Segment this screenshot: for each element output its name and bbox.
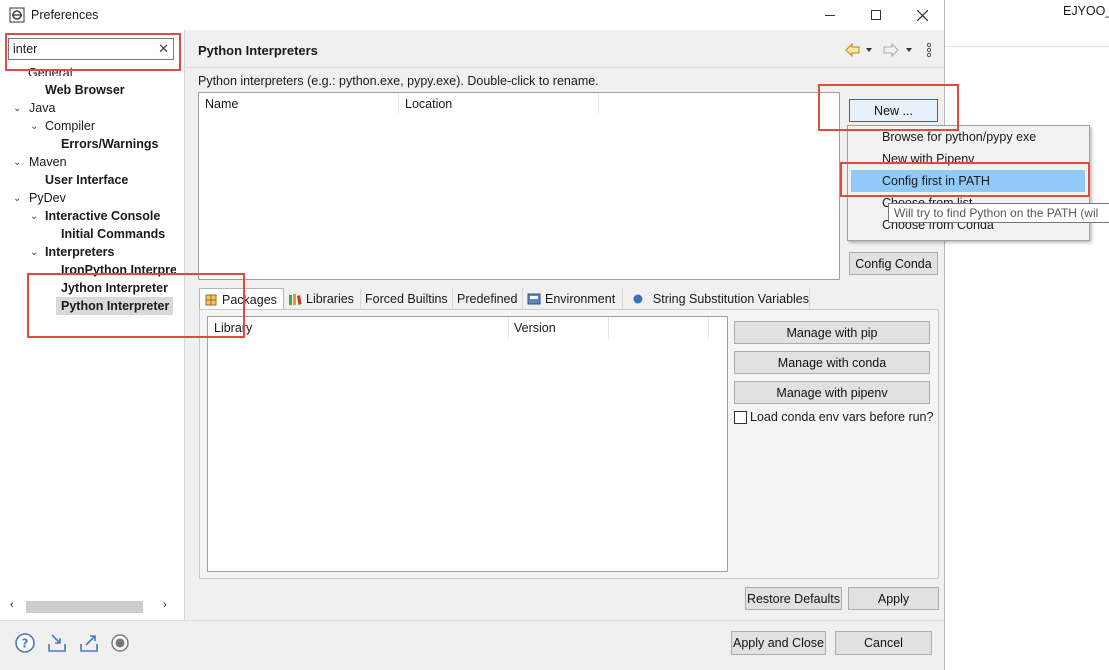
- tab-environment[interactable]: Environment: [523, 288, 623, 309]
- tab-label: Environment: [545, 291, 616, 306]
- tree-item-errors-warnings[interactable]: Errors/Warnings: [61, 137, 158, 151]
- libraries-icon: [289, 293, 302, 305]
- back-icon[interactable]: [845, 42, 860, 58]
- column-header-location[interactable]: Location: [405, 97, 452, 111]
- new-interpreter-menu: Browse for python/pypy exe New with Pipe…: [847, 125, 1090, 241]
- view-menu-icon[interactable]: [926, 42, 932, 58]
- tree-item-jython-interpreter[interactable]: Jython Interpreter: [61, 281, 168, 295]
- menu-item-new-with-pipenv[interactable]: New with Pipenv: [882, 152, 974, 166]
- filter-input-value: inter: [13, 42, 38, 56]
- expand-toggle-icon[interactable]: ⌄: [30, 121, 38, 132]
- scrollbar-thumb[interactable]: [26, 601, 143, 613]
- tab-forced-builtins[interactable]: Forced Builtins: [361, 288, 453, 309]
- new-interpreter-button[interactable]: New ...: [849, 99, 938, 122]
- tree-item-interpreters[interactable]: Interpreters: [45, 245, 114, 259]
- record-icon[interactable]: [109, 632, 131, 654]
- maximize-button[interactable]: [853, 0, 899, 30]
- packages-icon: [205, 294, 217, 305]
- apply-button[interactable]: Apply: [848, 587, 939, 610]
- eclipse-app-icon: [9, 7, 25, 23]
- load-conda-env-label: Load conda env vars before run?: [750, 410, 934, 424]
- svg-text:?: ?: [22, 637, 29, 651]
- filter-input[interactable]: inter ✕: [8, 38, 174, 60]
- tree-item-interactive-console[interactable]: Interactive Console: [45, 209, 160, 223]
- title-bar[interactable]: Preferences: [0, 0, 944, 30]
- packages-table[interactable]: Library Version: [207, 316, 728, 572]
- load-conda-env-checkbox[interactable]: [734, 411, 747, 424]
- manage-with-pipenv-button[interactable]: Manage with pipenv: [734, 381, 930, 404]
- tree-item-user-interface[interactable]: User Interface: [45, 173, 128, 187]
- column-header-name[interactable]: Name: [205, 97, 238, 111]
- column-divider[interactable]: [708, 317, 709, 339]
- apply-and-close-button[interactable]: Apply and Close: [731, 631, 826, 655]
- tree-item-web-browser[interactable]: Web Browser: [45, 83, 125, 97]
- maximize-icon: [871, 10, 881, 20]
- tab-string-substitution[interactable]: String Substitution Variables: [623, 288, 810, 309]
- environment-icon: [527, 293, 541, 304]
- tree-item-python-interpreter[interactable]: Python Interpreter: [61, 299, 169, 313]
- help-icon[interactable]: ?: [14, 632, 36, 654]
- tab-label: Predefined: [457, 291, 518, 306]
- tree-item-compiler[interactable]: Compiler: [45, 119, 95, 133]
- background-user-label: EJYOO_: [1063, 4, 1109, 18]
- restore-defaults-button[interactable]: Restore Defaults: [745, 587, 842, 610]
- nav-toolbar: [845, 42, 932, 58]
- header-separator: [186, 67, 944, 68]
- manage-with-pip-button[interactable]: Manage with pip: [734, 321, 930, 344]
- clear-filter-icon[interactable]: ✕: [158, 41, 169, 57]
- export-icon[interactable]: [78, 632, 100, 654]
- tab-predefined[interactable]: Predefined: [453, 288, 523, 309]
- interpreters-description: Python interpreters (e.g.: python.exe, p…: [198, 74, 599, 88]
- forward-icon[interactable]: [883, 42, 899, 58]
- tab-label: String Substitution Variables: [652, 291, 809, 306]
- tree-horizontal-scrollbar[interactable]: ‹ ›: [8, 599, 176, 615]
- close-button[interactable]: [899, 0, 945, 30]
- import-icon[interactable]: [46, 632, 68, 654]
- minimize-icon: [825, 15, 835, 16]
- column-divider[interactable]: [598, 93, 599, 115]
- back-dropdown-icon[interactable]: [866, 48, 872, 52]
- column-divider[interactable]: [608, 317, 609, 339]
- scroll-left-icon[interactable]: ‹: [10, 599, 14, 611]
- tab-label: Packages: [222, 292, 277, 307]
- expand-toggle-icon[interactable]: ⌄: [13, 157, 21, 168]
- menu-item-browse[interactable]: Browse for python/pypy exe: [882, 130, 1036, 144]
- preferences-window: Preferences inter ✕ General Web Browser …: [0, 0, 945, 670]
- tree-item-java[interactable]: Java: [29, 101, 55, 115]
- menu-tooltip: Will try to find Python on the PATH (wil: [888, 203, 1109, 223]
- variables-icon: [633, 294, 643, 303]
- column-header-version[interactable]: Version: [514, 321, 556, 335]
- page-title: Python Interpreters: [198, 43, 318, 58]
- footer-separator: [0, 620, 944, 621]
- tab-packages[interactable]: Packages: [199, 288, 284, 310]
- forward-dropdown-icon[interactable]: [906, 48, 912, 52]
- close-icon: [916, 9, 928, 21]
- expand-toggle-icon[interactable]: ⌄: [30, 247, 38, 258]
- column-divider[interactable]: [508, 317, 509, 339]
- cancel-button[interactable]: Cancel: [835, 631, 932, 655]
- menu-item-config-first-in-path[interactable]: Config first in PATH: [882, 174, 990, 188]
- column-header-library[interactable]: Library: [214, 321, 252, 335]
- tree-item-maven[interactable]: Maven: [29, 155, 67, 169]
- tree-item-initial-commands[interactable]: Initial Commands: [61, 227, 165, 241]
- config-conda-button[interactable]: Config Conda: [849, 252, 938, 275]
- column-divider[interactable]: [398, 93, 399, 115]
- tab-label: Libraries: [306, 291, 354, 306]
- tab-libraries[interactable]: Libraries: [284, 288, 361, 309]
- expand-toggle-icon[interactable]: ⌄: [30, 211, 38, 222]
- expand-toggle-icon[interactable]: ⌄: [13, 193, 21, 204]
- minimize-button[interactable]: [807, 0, 853, 30]
- scroll-right-icon[interactable]: ›: [163, 599, 167, 611]
- tree-item-pydev[interactable]: PyDev: [29, 191, 66, 205]
- interpreters-table[interactable]: Name Location: [198, 92, 840, 280]
- tree-item-ironpython-interpreter[interactable]: IronPython Interpre: [61, 263, 176, 277]
- window-title: Preferences: [31, 8, 99, 22]
- tab-label: Forced Builtins: [365, 291, 448, 306]
- background-divider: [945, 46, 1109, 47]
- manage-with-conda-button[interactable]: Manage with conda: [734, 351, 930, 374]
- tree-item-general[interactable]: General: [28, 66, 72, 76]
- expand-toggle-icon[interactable]: ⌄: [13, 103, 21, 114]
